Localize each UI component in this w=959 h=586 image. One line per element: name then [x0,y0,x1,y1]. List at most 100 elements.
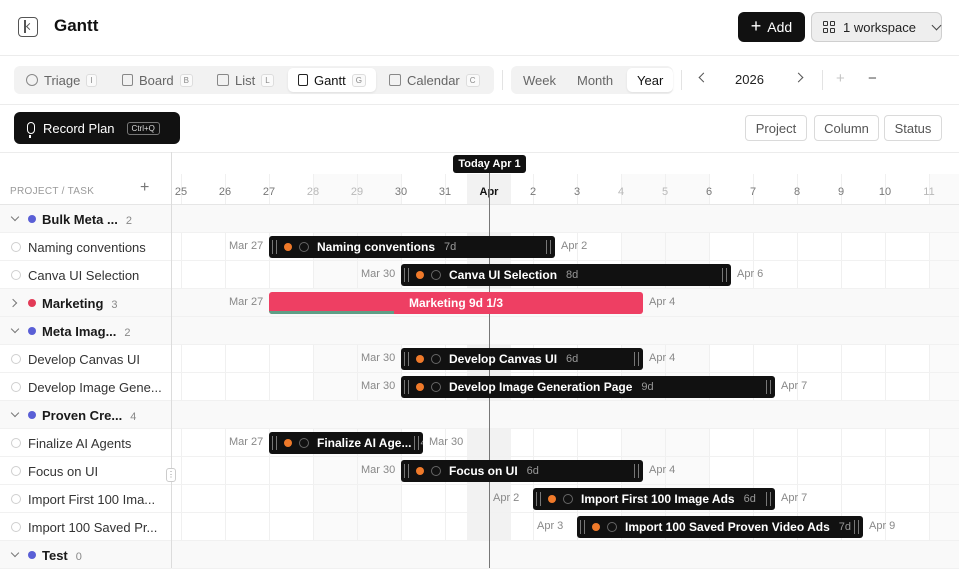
status-circle-icon[interactable] [11,494,21,504]
group-by-status-button[interactable]: Status [884,115,942,141]
status-circle-icon[interactable] [11,354,21,364]
chevron-right-icon[interactable] [8,298,18,308]
bar-label: Naming conventions [317,240,436,254]
date-label: 29 [350,186,364,198]
resize-handle-icon[interactable] [414,436,419,450]
gantt-bar[interactable]: Marketing 9d 1/3 [269,292,643,314]
project-name: Meta Imag... 2 [42,324,131,339]
status-circle-icon[interactable] [431,382,441,392]
status-circle-icon[interactable] [431,270,441,280]
tab-gantt[interactable]: Gantt G [288,68,376,92]
date-label: 4 [617,186,625,198]
status-circle-icon[interactable] [11,466,21,476]
date-label: 30 [394,186,408,198]
resize-handle-icon[interactable] [546,240,551,254]
tab-calendar[interactable]: Calendar C [379,68,490,92]
scale-month[interactable]: Month [567,68,623,92]
today-line [489,172,490,568]
chevron-right-icon[interactable] [793,72,804,83]
drag-handle-icon[interactable] [580,520,585,534]
scale-year[interactable]: Year [627,68,674,92]
status-circle-icon[interactable] [299,242,309,252]
status-circle-icon[interactable] [11,382,21,392]
resize-handle-icon[interactable] [854,520,859,534]
gantt-bar[interactable]: Import 100 Saved Proven Video Ads 7d [577,516,863,538]
status-circle-icon[interactable] [607,522,617,532]
chevron-down-icon[interactable] [10,212,20,222]
tab-list[interactable]: List L [207,68,284,92]
drag-handle-icon[interactable] [272,436,277,450]
status-circle-icon[interactable] [11,242,21,252]
chevron-down-icon[interactable] [10,324,20,334]
column-header: PROJECT / TASK [10,186,95,197]
bar-start-date: Mar 30 [361,268,396,280]
tab-triage[interactable]: Triage I [16,68,108,92]
status-circle-icon[interactable] [299,438,309,448]
date-label: 26 [218,186,232,198]
add-project-button[interactable]: + [140,179,149,197]
tab-board[interactable]: Board B [112,68,203,92]
zoom-in-button[interactable]: + [836,70,845,87]
task-row[interactable]: Import First 100 Ima... [0,485,959,513]
sidebar-toggle-icon[interactable] [18,17,38,37]
date-label: 5 [661,186,669,198]
bar-end-date: Apr 4 [649,464,676,476]
drag-handle-icon[interactable] [404,268,409,282]
gantt-bar[interactable]: Canva UI Selection 8d [401,264,731,286]
status-circle-icon[interactable] [11,522,21,532]
group-by-project-button[interactable]: Project [745,115,807,141]
drag-handle-icon[interactable] [536,492,541,506]
task-row[interactable]: Finalize AI Agents [0,429,959,457]
bar-duration: 9d [641,381,654,393]
chevron-down-icon[interactable] [10,548,20,558]
status-circle-icon[interactable] [11,438,21,448]
bar-label: Import First 100 Image Ads [581,492,735,506]
date-label: 7 [749,186,757,198]
project-name: Bulk Meta ... 2 [42,212,132,227]
gantt-bar[interactable]: Focus on UI 6d [401,460,643,482]
zoom-out-button[interactable]: − [868,70,877,87]
status-circle-icon[interactable] [563,494,573,504]
gantt-bar[interactable]: Develop Image Generation Page 9d [401,376,775,398]
drag-handle-icon[interactable] [404,352,409,366]
project-row[interactable]: Proven Cre... 4 [0,401,959,429]
shortcut-badge: B [179,73,193,87]
resize-handle-icon[interactable] [766,492,771,506]
add-button[interactable]: + Add [738,12,805,42]
task-name: Develop Canvas UI [28,352,140,367]
pane-resize-handle[interactable]: ⋮ [166,468,176,482]
bar-start-date: Apr 2 [493,492,520,504]
workspace-selector[interactable]: 1 workspace [811,12,942,42]
record-plan-button[interactable]: Record Plan Ctrl+Q [14,112,180,144]
status-circle-icon[interactable] [431,466,441,476]
resize-handle-icon[interactable] [634,464,639,478]
bar-label: Develop Canvas UI [449,352,558,366]
group-by-column-button[interactable]: Column [814,115,879,141]
project-name-text: Proven Cre... [42,408,123,423]
chevron-down-icon[interactable] [10,408,20,418]
gantt-bar[interactable]: Naming conventions 7d [269,236,555,258]
shortcut-badge: L [261,73,274,87]
project-row[interactable]: Test 0 [0,541,959,569]
scale-week[interactable]: Week [513,68,566,92]
chevron-left-icon[interactable] [698,72,709,83]
resize-handle-icon[interactable] [722,268,727,282]
project-row[interactable]: Bulk Meta ... 2 [0,205,959,233]
status-circle-icon[interactable] [11,270,21,280]
drag-handle-icon[interactable] [404,464,409,478]
bar-duration: 7d [838,521,851,533]
status-circle-icon[interactable] [431,354,441,364]
tab-label: Triage [44,72,81,88]
project-row[interactable]: Meta Imag... 2 [0,317,959,345]
bar-start-date: Mar 30 [361,352,396,364]
resize-handle-icon[interactable] [766,380,771,394]
project-name-text: Meta Imag... [42,324,117,339]
gantt-bar[interactable]: Develop Canvas UI 6d [401,348,643,370]
drag-handle-icon[interactable] [404,380,409,394]
bar-duration: 6d [743,493,756,505]
task-count: 2 [125,215,132,227]
gantt-bar[interactable]: Finalize AI Age... 4d [269,432,423,454]
resize-handle-icon[interactable] [634,352,639,366]
gantt-bar[interactable]: Import First 100 Image Ads 6d [533,488,775,510]
drag-handle-icon[interactable] [272,240,277,254]
